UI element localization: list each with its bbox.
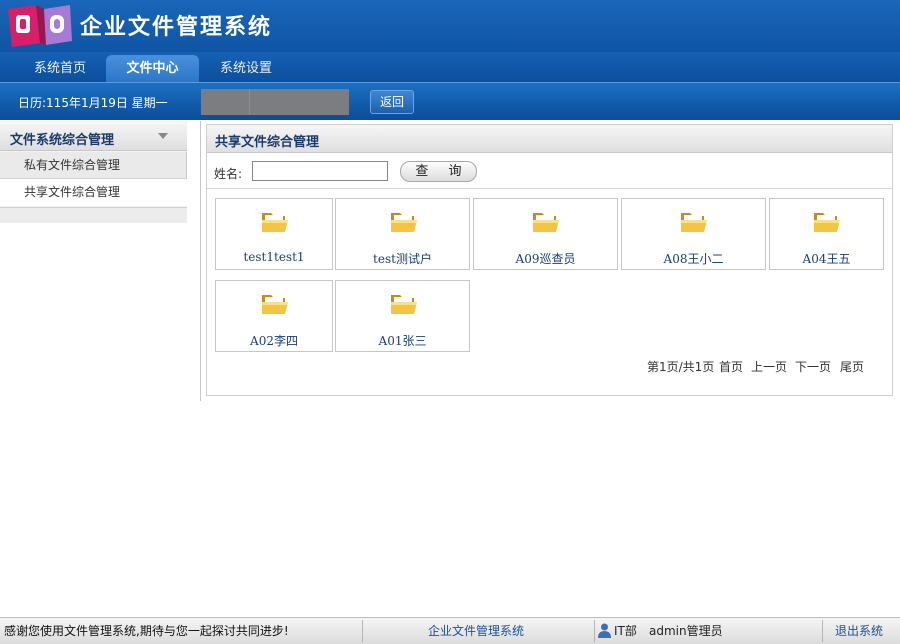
main-header: 共享文件综合管理: [207, 125, 892, 153]
folder-name: test测试户: [373, 252, 432, 266]
tab-file-center[interactable]: 文件中心: [106, 55, 199, 82]
query-button[interactable]: 查 询: [400, 161, 477, 182]
sidebar-footer: [0, 207, 187, 223]
app-logo-icon: [8, 5, 72, 47]
panel-divider: [200, 121, 201, 401]
folder-name: A09巡查员: [515, 252, 576, 266]
status-separator: [362, 620, 363, 642]
status-bar: 感谢您使用文件管理系统,期待与您一起探讨共同进步! 企业文件管理系统 IT部 a…: [0, 617, 900, 644]
last-page-link[interactable]: 尾页: [840, 358, 864, 375]
folder-tile[interactable]: A04王五: [769, 198, 884, 270]
folder-open-icon: [533, 213, 559, 232]
folder-name: A08王小二: [663, 252, 724, 266]
folder-open-icon: [262, 213, 288, 232]
app-header: 企业文件管理系统: [0, 0, 900, 52]
sidebar: 文件系统综合管理 私有文件综合管理 共享文件综合管理: [0, 121, 187, 223]
name-search-input[interactable]: [252, 161, 388, 181]
status-user: admin管理员: [649, 624, 723, 638]
folder-name: A01张三: [378, 334, 427, 348]
status-department: IT部: [614, 624, 637, 638]
main-panel: 共享文件综合管理 姓名: 查 询 test1test1 test测试户 A09巡…: [206, 124, 893, 396]
folder-open-icon: [681, 213, 707, 232]
folder-open-icon: [262, 295, 288, 314]
back-button[interactable]: 返回: [370, 90, 414, 114]
main-nav: 系统首页 文件中心 系统设置: [0, 52, 900, 82]
status-system-name: 企业文件管理系统: [428, 624, 525, 638]
sidebar-header[interactable]: 文件系统综合管理: [0, 121, 187, 151]
search-row: 姓名: 查 询: [207, 154, 892, 189]
folder-open-icon: [391, 213, 417, 232]
folder-open-icon: [391, 295, 417, 314]
folder-tile[interactable]: A09巡查员: [473, 198, 618, 270]
app-title: 企业文件管理系统: [80, 14, 273, 40]
first-page-link[interactable]: 首页: [719, 358, 743, 375]
tab-home[interactable]: 系统首页: [18, 55, 102, 82]
tab-system-settings[interactable]: 系统设置: [204, 55, 288, 82]
folder-tile[interactable]: A08王小二: [621, 198, 766, 270]
sidebar-title: 文件系统综合管理: [10, 133, 115, 148]
folder-name: A02李四: [250, 334, 298, 348]
name-label: 姓名:: [214, 167, 243, 181]
folder-tile[interactable]: A01张三: [335, 280, 470, 352]
folder-open-icon: [814, 213, 840, 232]
folder-tile[interactable]: test测试户: [335, 198, 470, 270]
sidebar-item-private-files[interactable]: 私有文件综合管理: [0, 152, 187, 179]
folder-name: test1test1: [243, 250, 305, 264]
calendar-date: 日历:115年1月19日 星期一: [18, 96, 168, 110]
status-separator: [594, 620, 595, 642]
page-title: 共享文件综合管理: [215, 135, 320, 150]
sidebar-item-shared-files[interactable]: 共享文件综合管理: [0, 179, 187, 206]
info-bar: 日历:115年1月19日 星期一 返回: [0, 82, 900, 120]
user-icon: [598, 623, 611, 638]
masked-region: [201, 89, 349, 115]
page-info: 第1页/共1页: [647, 360, 715, 374]
logout-link[interactable]: 退出系统: [835, 618, 883, 644]
status-message: 感谢您使用文件管理系统,期待与您一起探讨共同进步!: [4, 624, 289, 638]
folder-tile[interactable]: test1test1: [215, 198, 333, 270]
caret-down-icon[interactable]: [158, 133, 168, 139]
folder-tile[interactable]: A02李四: [215, 280, 333, 352]
prev-page-link[interactable]: 上一页: [751, 358, 787, 375]
folder-name: A04王五: [802, 252, 851, 266]
status-separator: [822, 620, 823, 642]
next-page-link[interactable]: 下一页: [795, 358, 831, 375]
